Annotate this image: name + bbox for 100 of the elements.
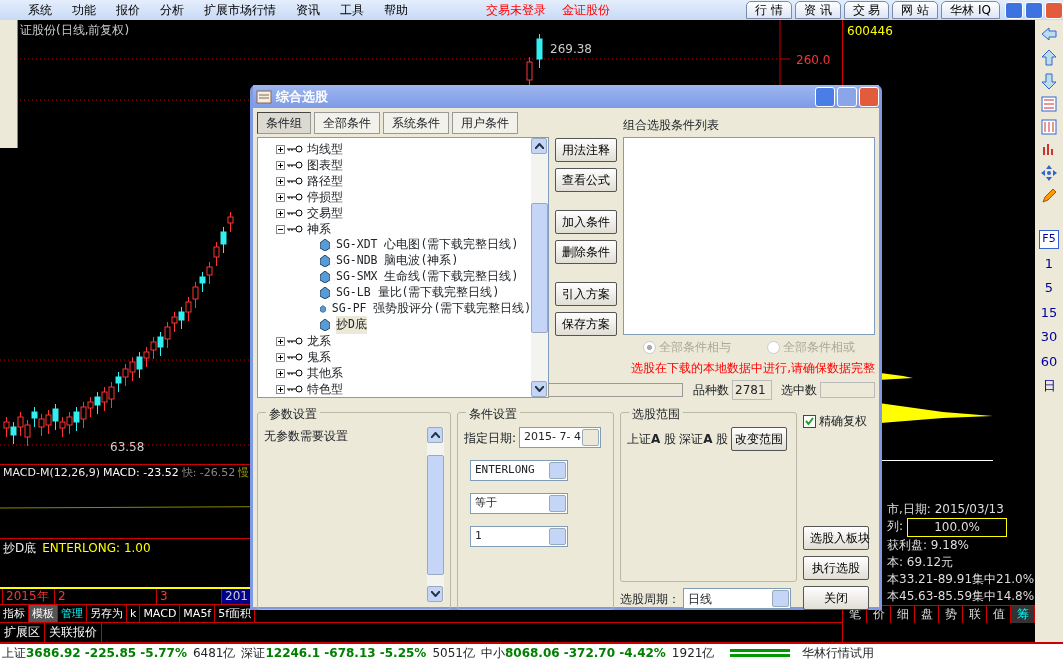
action-button[interactable]: 关闭	[803, 586, 869, 610]
window-icon	[256, 89, 272, 104]
tab[interactable]: 用户条件	[452, 112, 518, 134]
checkbox[interactable]	[803, 414, 816, 428]
expander-icon[interactable]	[276, 208, 285, 218]
chart-tab[interactable]: 管理	[58, 605, 87, 622]
chart-tab[interactable]: 另存为	[87, 605, 127, 622]
toolbar-button[interactable]: 网 站	[892, 1, 939, 19]
expander-icon[interactable]	[276, 160, 285, 170]
action-button[interactable]: 加入条件	[555, 210, 617, 234]
action-button[interactable]: 删除条件	[555, 240, 617, 264]
index-value: 3686.92 -225.85 -5.77%	[26, 645, 187, 662]
tree-item[interactable]: 特色型	[307, 380, 343, 397]
scroll-thumb[interactable]	[531, 202, 548, 333]
close-button[interactable]	[859, 86, 879, 107]
info-tab[interactable]: 筹	[1011, 606, 1035, 623]
key-icon	[287, 224, 303, 234]
toolbar-button[interactable]: 资 讯	[794, 1, 841, 19]
tree-item[interactable]: SG-SMX 生命线(需下载完整日线)	[336, 268, 519, 286]
tree-item[interactable]: 神系	[307, 220, 331, 238]
period-button[interactable]: 日	[1042, 376, 1056, 396]
cube-icon	[320, 271, 330, 283]
menu-item[interactable]: 系统	[18, 1, 62, 19]
key-icon	[287, 176, 303, 186]
scroll-thumb[interactable]	[427, 454, 444, 575]
indicator-name: 抄D底	[3, 540, 37, 557]
date-picker[interactable]: 2015- 7- 4	[519, 427, 602, 448]
period-button[interactable]: 1	[1044, 253, 1054, 273]
radio-label: 全部条件相或	[783, 339, 855, 356]
period-button[interactable]: 15	[1040, 302, 1058, 322]
period-button[interactable]: 60	[1040, 351, 1058, 371]
scroll-up-button[interactable]	[531, 138, 548, 154]
menu-item[interactable]: 资讯	[286, 1, 330, 19]
info-tab[interactable]: 细	[891, 606, 915, 623]
dropdown[interactable]: ENTERLONG	[470, 460, 568, 481]
price-tick: 260.0	[796, 52, 831, 69]
dropdown[interactable]: 等于	[470, 493, 568, 514]
minimize-button[interactable]	[1005, 1, 1023, 19]
menu-item[interactable]: 帮助	[374, 1, 418, 19]
tab[interactable]: 系统条件	[383, 112, 449, 134]
scroll-up-button[interactable]	[427, 427, 443, 443]
tree-item[interactable]: 龙系	[307, 332, 331, 350]
tree-item[interactable]: SG-LB 量比(需下载完整日线)	[336, 284, 500, 302]
action-button[interactable]: 执行选股	[803, 556, 869, 580]
expander-icon[interactable]	[276, 368, 285, 378]
tree-item[interactable]: SG-PF 强势股评分(需下载完整日线)	[331, 300, 532, 318]
toolbar-button[interactable]: 行 情	[745, 1, 792, 19]
tree-item[interactable]: SG-NDB 脑电波(神系)	[336, 252, 459, 270]
tab[interactable]: 条件组	[257, 112, 311, 134]
dropdown[interactable]: 日线	[683, 588, 791, 609]
tree-item[interactable]: 图表型	[307, 156, 343, 174]
expander-icon[interactable]	[276, 144, 285, 154]
expander-icon[interactable]	[276, 224, 285, 234]
tree-item[interactable]: 停损型	[307, 188, 343, 206]
tree-item[interactable]: 均线型	[307, 140, 343, 158]
menu-item[interactable]: 分析	[150, 1, 194, 19]
index-amount: 1921亿	[671, 645, 715, 662]
tree-item[interactable]: 鬼系	[307, 348, 331, 366]
tab[interactable]: 全部条件	[314, 112, 380, 134]
info-tab[interactable]: 盘	[915, 606, 939, 623]
expander-icon[interactable]	[276, 384, 285, 394]
field-label: 选股周期：	[620, 590, 680, 608]
chart-tab[interactable]: MA5f	[180, 605, 216, 622]
toolbar-button[interactable]: F5	[1039, 230, 1059, 249]
tree-item[interactable]: 路径型	[307, 172, 343, 190]
key-icon	[287, 160, 303, 170]
expander-icon[interactable]	[276, 352, 285, 362]
tree-item[interactable]: 抄D底	[336, 316, 367, 334]
tree-item[interactable]: 其他系	[307, 364, 343, 382]
info-tab[interactable]: 联	[963, 606, 987, 623]
maximize-button[interactable]	[1025, 1, 1043, 19]
change-scope-button[interactable]: 改变范围	[731, 427, 788, 451]
menu-item[interactable]: 扩展市场行情	[194, 1, 286, 19]
chart-tab[interactable]: k	[127, 605, 141, 622]
expander-icon[interactable]	[276, 176, 285, 186]
scroll-up-icon	[430, 432, 440, 438]
toolbar-button[interactable]: 交 易	[843, 1, 890, 19]
info-tab[interactable]: 势	[939, 606, 963, 623]
menu-item[interactable]: 工具	[330, 1, 374, 19]
scroll-down-button[interactable]	[531, 381, 548, 397]
expander-icon[interactable]	[276, 336, 285, 346]
action-button[interactable]: 保存方案	[555, 312, 617, 336]
expander-icon[interactable]	[276, 192, 285, 202]
tree-item[interactable]: 交易型	[307, 204, 343, 222]
menu-item[interactable]: 报价	[106, 1, 150, 19]
tree-item[interactable]: SG-XDT 心电图(需下载完整日线)	[336, 236, 519, 254]
chart-tab[interactable]: 模板	[29, 605, 58, 622]
dropdown[interactable]: 1	[470, 526, 568, 547]
action-button[interactable]: 查看公式	[555, 168, 617, 192]
close-button[interactable]	[1045, 1, 1063, 19]
menu-item[interactable]: 功能	[62, 1, 106, 19]
toolbar-button[interactable]: 华林 IQ	[941, 1, 1000, 19]
period-button[interactable]: 5	[1044, 278, 1054, 298]
action-button[interactable]: 引入方案	[555, 282, 617, 306]
scroll-down-button[interactable]	[427, 586, 443, 602]
action-button[interactable]: 用法注释	[555, 138, 617, 162]
stock-code: 600446	[846, 23, 894, 40]
period-button[interactable]: 30	[1040, 327, 1058, 347]
minimize-button[interactable]	[815, 86, 835, 107]
chart-tab[interactable]: MACD	[140, 605, 181, 622]
